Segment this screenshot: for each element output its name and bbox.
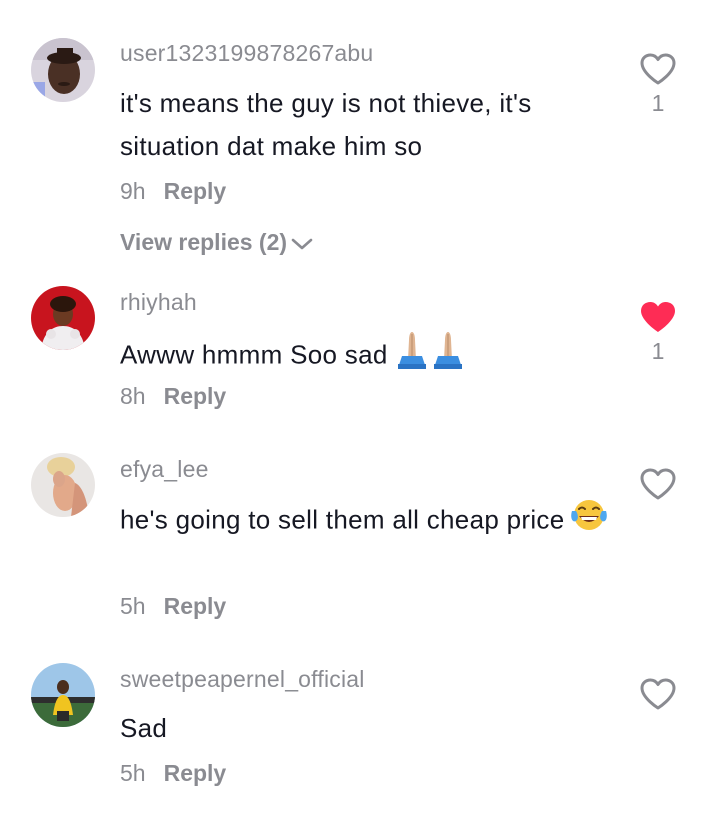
- view-replies-button[interactable]: View replies (2): [120, 229, 313, 256]
- like-button[interactable]: 1: [638, 52, 678, 117]
- comment-username[interactable]: sweetpeapernel_official: [120, 666, 365, 693]
- heart-icon: [640, 678, 676, 710]
- comment-username[interactable]: rhiyhah: [120, 289, 197, 316]
- comment-time: 9h: [120, 178, 146, 204]
- avatar[interactable]: [31, 663, 95, 727]
- comment-meta: 5h Reply: [120, 593, 226, 620]
- like-button[interactable]: [638, 467, 678, 505]
- like-button[interactable]: 1: [638, 300, 678, 365]
- folded-hands-emoji: [394, 330, 472, 383]
- reply-button[interactable]: Reply: [164, 760, 227, 786]
- reply-button[interactable]: Reply: [164, 178, 227, 204]
- comment-time: 5h: [120, 593, 146, 619]
- comment-username[interactable]: user1323199878267abu: [120, 40, 373, 67]
- comment-meta: 9h Reply: [120, 178, 226, 205]
- like-count: 1: [651, 338, 665, 364]
- view-replies-label: View replies (2): [120, 229, 288, 255]
- comment-text: Awww hmmm Soo sad: [120, 330, 620, 383]
- like-count: 1: [651, 90, 665, 116]
- comment-meta: 5h Reply: [120, 760, 226, 787]
- comment-text: it's means the guy is not thieve, it's s…: [120, 88, 532, 161]
- comment-text-content: Awww hmmm Soo sad: [120, 339, 388, 370]
- like-button[interactable]: [638, 677, 678, 715]
- heart-icon: [640, 53, 676, 85]
- heart-icon: [640, 468, 676, 500]
- avatar[interactable]: [31, 453, 95, 517]
- chevron-down-icon: [291, 238, 313, 250]
- comment-text: Sad: [120, 713, 168, 743]
- comment-text: he's going to sell them all cheap price: [120, 497, 620, 546]
- comment-time: 8h: [120, 383, 146, 409]
- comment-meta: 8h Reply: [120, 383, 226, 410]
- reply-button[interactable]: Reply: [164, 593, 227, 619]
- avatar[interactable]: [31, 286, 95, 350]
- reply-button[interactable]: Reply: [164, 383, 227, 409]
- comment-username[interactable]: efya_lee: [120, 456, 209, 483]
- comment-text-content: he's going to sell them all cheap price: [120, 504, 565, 535]
- avatar[interactable]: [31, 38, 95, 102]
- comment-time: 5h: [120, 760, 146, 786]
- heart-filled-icon: [641, 302, 675, 332]
- face-with-tears-of-joy-emoji: [570, 497, 608, 546]
